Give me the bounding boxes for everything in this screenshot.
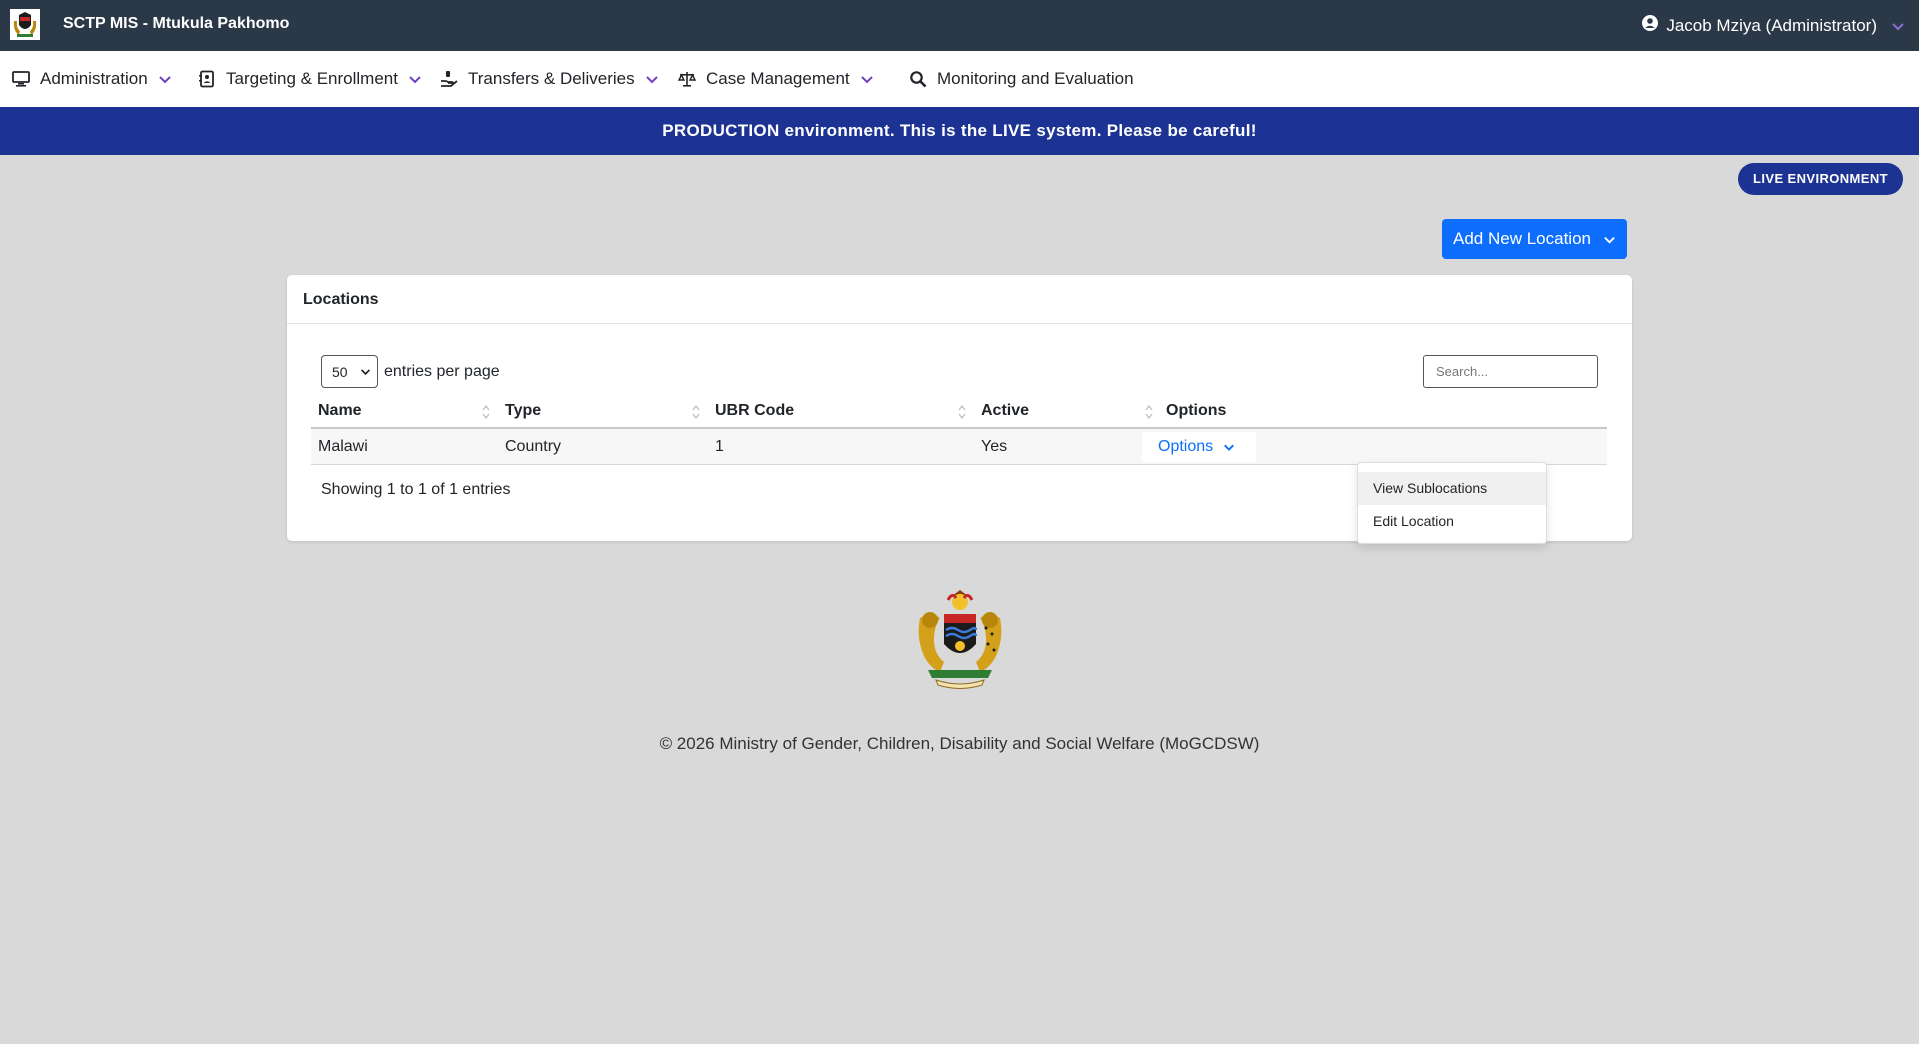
table-row: Malawi Country 1 Yes Options [311, 429, 1607, 465]
page-size-value: 50 [332, 363, 348, 380]
cell-active: Yes [981, 438, 1008, 455]
nav-administration[interactable]: Administration [12, 51, 172, 107]
app-logo[interactable] [10, 9, 40, 40]
address-book-icon [198, 70, 216, 88]
chevron-down-icon [1223, 441, 1235, 453]
nav-case-management[interactable]: Case Management [678, 51, 874, 107]
nav-label: Monitoring and Evaluation [937, 69, 1134, 88]
column-header-name[interactable]: Name [318, 395, 362, 427]
table-info: Showing 1 to 1 of 1 entries [321, 481, 511, 498]
nav-label: Transfers & Deliveries [468, 69, 635, 88]
entries-label: entries per page [384, 362, 500, 380]
cell-ubr-code: 1 [715, 438, 724, 455]
chevron-down-icon [860, 72, 874, 86]
table-header: Name Type UBR Code Active Options [311, 395, 1607, 429]
user-menu[interactable]: Jacob Mziya (Administrator) [1642, 15, 1905, 36]
column-header-active[interactable]: Active [981, 395, 1029, 427]
column-header-ubr-code[interactable]: UBR Code [715, 395, 794, 427]
top-bar: SCTP MIS - Mtukula Pakhomo Jacob Mziya (… [0, 0, 1919, 51]
chevron-down-icon [1603, 233, 1616, 246]
menu-item-edit-location[interactable]: Edit Location [1358, 505, 1546, 538]
sort-icon[interactable] [1145, 404, 1153, 420]
page-size-select[interactable]: 50 [321, 355, 378, 388]
sort-icon[interactable] [692, 404, 700, 420]
nav-label: Targeting & Enrollment [226, 69, 398, 88]
row-options-label: Options [1158, 438, 1214, 455]
chevron-down-icon [408, 72, 422, 86]
entries-per-page: 50 entries per page [321, 355, 500, 388]
sort-icon[interactable] [482, 404, 490, 420]
chevron-down-icon [360, 366, 371, 377]
add-new-location-button[interactable]: Add New Location [1442, 219, 1627, 259]
coat-of-arms-emblem [908, 588, 1012, 690]
nav-monitoring-evaluation[interactable]: Monitoring and Evaluation [909, 51, 1134, 107]
nav-targeting-enrollment[interactable]: Targeting & Enrollment [198, 51, 422, 107]
cell-name: Malawi [318, 438, 368, 455]
chevron-down-icon [158, 72, 172, 86]
desktop-icon [12, 70, 30, 88]
chevron-down-icon [645, 72, 659, 86]
hand-holding-icon [440, 70, 458, 88]
live-environment-badge: LIVE ENVIRONMENT [1738, 163, 1903, 195]
nav-label: Case Management [706, 69, 850, 88]
main-navigation: Administration Targeting & Enrollment Tr… [0, 51, 1919, 107]
search-icon [909, 70, 927, 88]
chevron-down-icon [1891, 19, 1905, 33]
user-name: Jacob Mziya (Administrator) [1666, 15, 1877, 35]
nav-transfers-deliveries[interactable]: Transfers & Deliveries [440, 51, 659, 107]
search-input[interactable]: Search... [1423, 355, 1598, 388]
row-options-button[interactable]: Options [1142, 432, 1256, 462]
footer-copyright: © 2026 Ministry of Gender, Children, Dis… [659, 734, 1260, 753]
menu-item-view-sublocations[interactable]: View Sublocations [1358, 472, 1546, 505]
column-header-type[interactable]: Type [505, 395, 541, 427]
row-options-menu: View Sublocations Edit Location [1357, 462, 1547, 544]
card-title: Locations [287, 275, 1632, 324]
app-title[interactable]: SCTP MIS - Mtukula Pakhomo [63, 15, 289, 33]
cell-type: Country [505, 438, 562, 455]
environment-banner: PRODUCTION environment. This is the LIVE… [0, 107, 1919, 155]
nav-label: Administration [40, 69, 148, 88]
sort-icon[interactable] [958, 404, 966, 420]
user-circle-icon [1642, 15, 1659, 36]
add-new-location-label: Add New Location [1453, 229, 1591, 248]
column-header-options: Options [1166, 402, 1227, 419]
scale-icon [678, 70, 696, 88]
